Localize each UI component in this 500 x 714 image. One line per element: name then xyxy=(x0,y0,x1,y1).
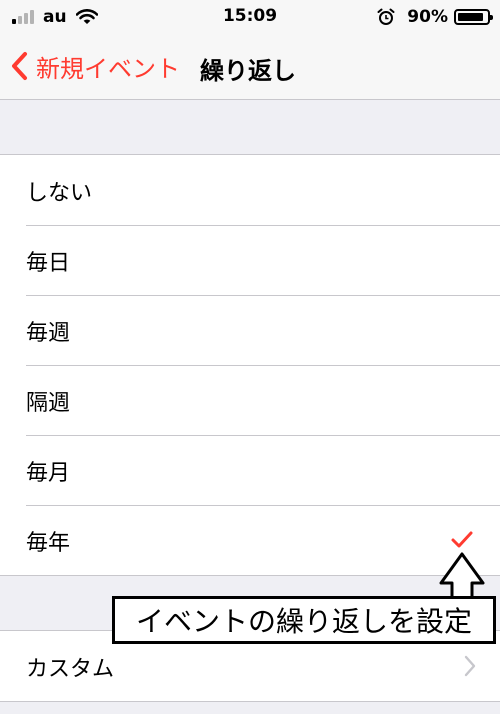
annotation-callout: イベントの繰り返しを設定 xyxy=(112,596,496,644)
repeat-option-label: しない xyxy=(26,181,93,206)
chevron-left-icon xyxy=(12,52,27,80)
repeat-options-list: しない 毎日 毎週 隔週 毎月 毎年 xyxy=(0,154,500,576)
status-right: 90% xyxy=(377,7,493,27)
checkmark-icon xyxy=(451,531,473,548)
back-button-label: 新規イベント xyxy=(36,54,180,83)
custom-repeat-label: カスタム xyxy=(26,657,115,682)
repeat-option-monthly[interactable]: 毎月 xyxy=(0,435,500,505)
alarm-clock-icon xyxy=(377,8,395,25)
repeat-option-label: 毎週 xyxy=(26,321,71,346)
battery-percent: 90% xyxy=(407,7,448,27)
repeat-option-label: 毎月 xyxy=(26,461,71,486)
repeat-option-biweekly[interactable]: 隔週 xyxy=(0,365,500,435)
back-button[interactable]: 新規イベント xyxy=(10,48,180,84)
repeat-option-label: 毎日 xyxy=(26,251,71,276)
repeat-option-label: 毎年 xyxy=(26,531,71,556)
navigation-bar: 新規イベント 繰り返し xyxy=(0,34,500,100)
battery-icon xyxy=(454,9,493,25)
status-bar: au 15:09 90% xyxy=(0,0,500,34)
up-arrow-icon xyxy=(439,552,485,600)
repeat-option-weekly[interactable]: 毎週 xyxy=(0,295,500,365)
chevron-right-icon xyxy=(464,655,476,677)
repeat-option-never[interactable]: しない xyxy=(0,155,500,225)
page-title: 繰り返し xyxy=(200,57,296,85)
repeat-option-label: 隔週 xyxy=(26,391,71,416)
repeat-option-daily[interactable]: 毎日 xyxy=(0,225,500,295)
repeat-option-yearly[interactable]: 毎年 xyxy=(0,505,500,575)
